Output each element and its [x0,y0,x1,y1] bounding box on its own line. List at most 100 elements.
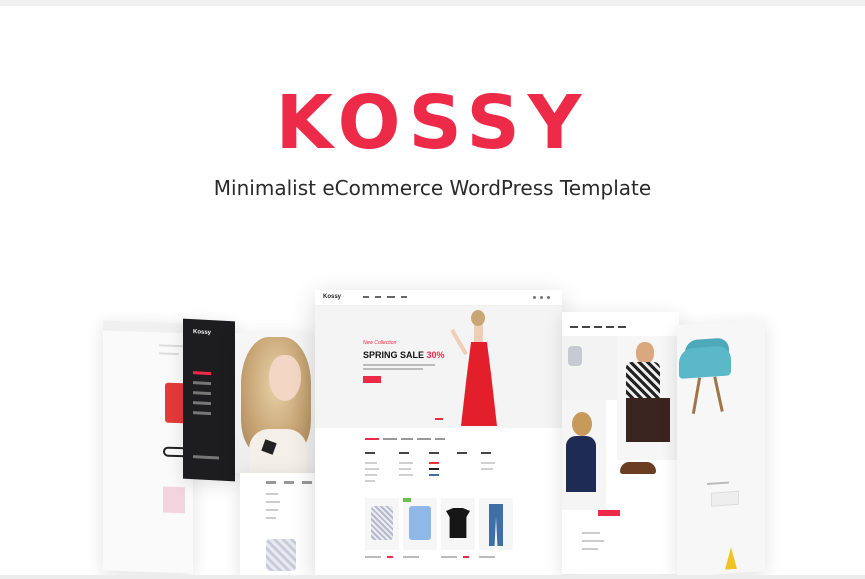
product-card [403,498,437,550]
tagline: Minimalist eCommerce WordPress Template [213,176,652,200]
hero-title-text: SPRING SALE [363,350,425,360]
hero-description-line [363,364,435,366]
product-price [441,556,457,558]
filter-item [365,468,379,470]
filter-heading [457,452,467,454]
hero-shop-button [363,376,381,383]
pink-shirt-product-image [163,486,185,514]
filter-heading [399,452,409,454]
product-price [403,556,419,558]
nav-link [594,326,602,328]
filter-item [481,468,493,470]
nav-link [401,296,407,298]
shirt-product-image [266,539,296,571]
filter-heading [429,452,439,454]
sidebar-menu-item [193,391,211,396]
product-price [463,556,469,558]
child-head-shape [572,412,592,436]
filter-item [399,468,411,470]
left-page-line [159,344,185,348]
preview-main-page: Kossy New Collection SPRING SALE 30% [315,290,562,575]
preview-far-right-page [677,318,765,578]
color-filter-item [429,468,439,470]
filter-heading [365,452,375,454]
product-card [441,498,475,550]
panel-tab [266,481,276,484]
nav-link [582,326,590,328]
panel-line [266,509,278,511]
new-badge [403,498,411,502]
page-line [707,481,729,485]
model-arm-shape [450,328,468,356]
preview-left-page [103,320,193,574]
blue-shirt-image [409,506,431,540]
cart-icon [547,296,550,299]
footer-line [582,548,598,550]
preview-dark-sidebar: Kossy [183,318,235,482]
hero-discount: 30% [426,350,445,360]
preview-navbar: Kossy [315,290,562,306]
nav-link [606,326,614,328]
scarf-shape [626,362,660,402]
product-price [479,556,495,558]
yellow-lamp-image [725,547,737,570]
filter-item [365,480,375,482]
footer-line [582,540,604,542]
sidebar-logo: Kossy [193,329,212,337]
panel-line [266,517,276,519]
model-head-shape [471,310,485,326]
product-tab [401,438,413,440]
filter-heading [481,452,491,454]
panel-line [266,493,278,495]
nav-link [387,296,395,298]
left-page-line [159,352,179,356]
hero-title: SPRING SALE 30% [363,350,445,360]
product-tab [435,438,445,440]
sidebar-menu-item [193,381,211,386]
face-shape [269,355,301,401]
footer-line [582,532,600,534]
nav-link [570,326,578,328]
sidebar-social-icons [193,455,219,460]
nav-link [618,326,626,328]
preview-logo: Kossy [323,294,342,300]
child-body-shape [566,436,596,492]
black-tee-image [446,508,470,538]
product-card [365,498,399,550]
model-photo-blonde [235,333,317,473]
product-price [365,556,381,558]
filter-item [399,462,413,464]
brand-logo: KOSSY [275,80,590,166]
product-tab [365,438,379,440]
jeans-image [489,504,503,546]
nav-link [375,296,381,298]
user-icon [540,296,543,299]
filter-item [481,462,495,464]
bottom-border [0,575,865,579]
product-tab [383,438,397,440]
filter-item [365,462,377,464]
chair-leg-shape [713,376,724,412]
sidebar-menu-item [193,411,211,416]
man-head-shape [636,342,654,364]
filter-item [399,474,413,476]
watch-image [568,346,582,366]
left-page-header [103,320,193,334]
panel-line [266,501,280,503]
color-filter-item [429,474,439,476]
red-dress-shape [461,342,497,426]
preview-products-panel [240,473,318,577]
coat-shape [626,398,670,442]
chair-leg-shape [691,377,702,414]
panel-tab [302,481,312,484]
product-tab [417,438,431,440]
top-border [0,0,865,6]
striped-shirt-image [371,506,393,540]
chair-seat-shape [679,345,731,379]
search-icon [533,296,536,299]
product-price [387,556,393,558]
filter-item [365,474,377,476]
shoe-image [620,462,656,474]
hero-description-line [363,368,423,370]
hero-collection-label: New Collection [363,340,397,346]
